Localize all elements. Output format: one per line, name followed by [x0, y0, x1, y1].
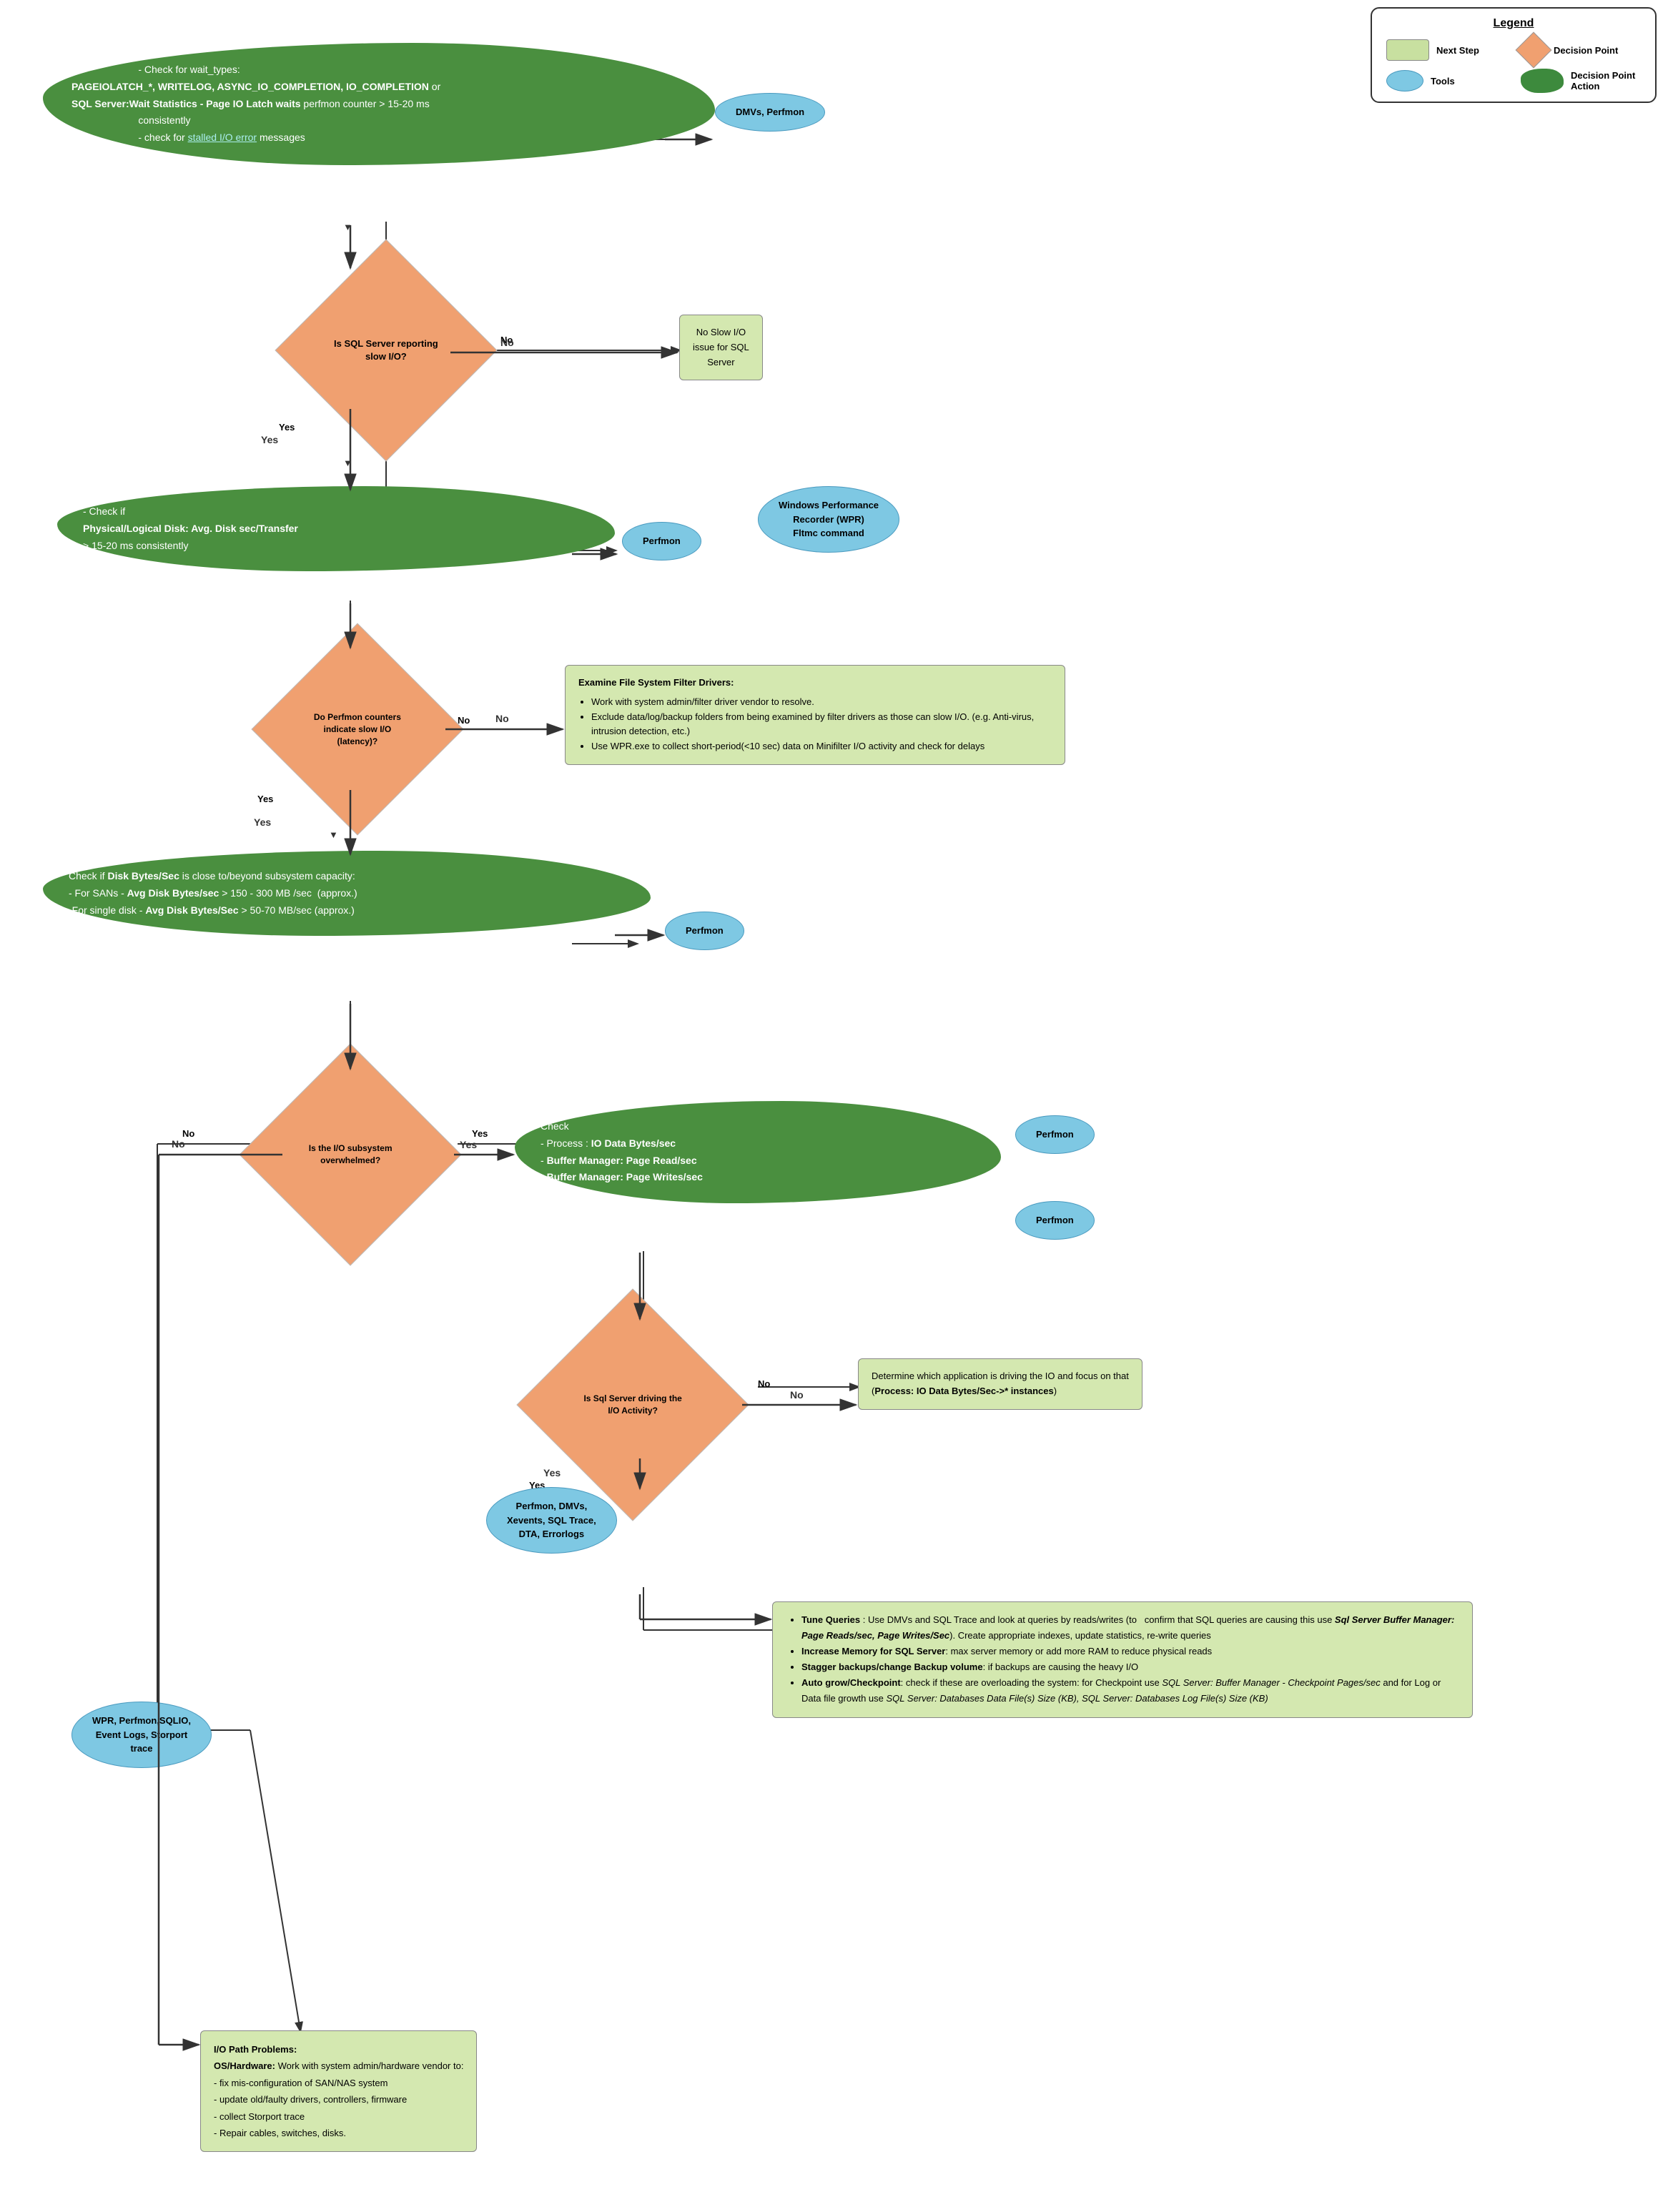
no-label-1: No: [500, 335, 513, 345]
io-path-subtitle: OS/Hardware: Work with system admin/hard…: [214, 2058, 463, 2074]
stalled-io-link[interactable]: stalled I/O error: [188, 132, 257, 143]
legend-decision-item: Decision Point: [1521, 37, 1641, 63]
cloud1-action: - Check for wait_types: PAGEIOLATCH_*, W…: [43, 43, 715, 165]
tools6-oval: Perfmon: [1015, 1201, 1095, 1240]
tools8-oval: WPR, Perfmon,SQLIO,Event Logs, Storportt…: [71, 1702, 212, 1768]
tools1-label: DMVs, Perfmon: [736, 107, 804, 117]
tools3-label: Windows PerformanceRecorder (WPR)Fltmc c…: [779, 500, 879, 538]
io-path-box: I/O Path Problems: OS/Hardware: Work wit…: [200, 2030, 915, 2152]
cloud4-action: Check- Process : IO Data Bytes/sec- Buff…: [515, 1101, 1001, 1203]
diamond1-wrap: Is SQL Server reportingslow I/O?: [272, 265, 500, 436]
no-label-2: No: [458, 715, 470, 726]
svg-text:No: No: [790, 1389, 804, 1401]
no-box2: Examine File System Filter Drivers: Work…: [565, 665, 1065, 765]
cloud1-text: - Check for wait_types: PAGEIOLATCH_*, W…: [71, 61, 686, 147]
diamond2-label: Do Perfmon countersindicate slow I/O(lat…: [293, 711, 422, 747]
tools5-label: Perfmon: [1036, 1129, 1074, 1140]
arrow-down-2: ▼: [329, 829, 338, 840]
tools2-label: Perfmon: [643, 535, 681, 546]
no-box1: No Slow I/Oissue for SQLServer: [679, 315, 836, 380]
legend-next-step-label: Next Step: [1436, 45, 1479, 56]
no-box2-bullet2: Exclude data/log/backup folders from bei…: [591, 710, 1052, 740]
cloud4-text: Check- Process : IO Data Bytes/sec- Buff…: [541, 1120, 703, 1182]
yes-box-bullet4: Auto grow/Checkpoint: check if these are…: [801, 1675, 1459, 1707]
cloud2-action: - Check ifPhysical/Logical Disk: Avg. Di…: [57, 486, 615, 571]
tools3-oval: Windows PerformanceRecorder (WPR)Fltmc c…: [758, 486, 899, 553]
tools7-oval: Perfmon, DMVs,Xevents, SQL Trace,DTA, Er…: [486, 1487, 617, 1554]
no-box2-bullet3: Use WPR.exe to collect short-period(<10 …: [591, 739, 1052, 754]
tools4-label: Perfmon: [686, 925, 724, 936]
tools2-oval: Perfmon: [622, 522, 701, 561]
yes-label-2: Yes: [257, 794, 273, 804]
io-path-line4: - Repair cables, switches, disks.: [214, 2125, 463, 2141]
yes-box-bullet2: Increase Memory for SQL Server: max serv…: [801, 1644, 1459, 1659]
svg-text:Yes: Yes: [460, 1139, 477, 1150]
io-path-line2: - update old/faulty drivers, controllers…: [214, 2091, 463, 2108]
cloud3-action: Check if Disk Bytes/Sec is close to/beyo…: [43, 851, 651, 936]
diamond3-wrap: Is the I/O subsystemoverwhelmed?: [243, 1065, 458, 1244]
diamond4-wrap: Is Sql Server driving theI/O Activity?: [522, 1315, 744, 1494]
tools6-label: Perfmon: [1036, 1215, 1074, 1225]
io-path-line3: - collect Storport trace: [214, 2108, 463, 2125]
tools4-oval: Perfmon: [665, 912, 744, 950]
yes-label-1: Yes: [279, 422, 295, 433]
tools8-label: WPR, Perfmon,SQLIO,Event Logs, Storportt…: [92, 1715, 191, 1754]
no-box1-text: No Slow I/Oissue for SQLServer: [693, 327, 749, 367]
tools5-oval: Perfmon: [1015, 1115, 1095, 1154]
diamond3-label: Is the I/O subsystemoverwhelmed?: [282, 1142, 418, 1167]
arrow-label: ▼: [343, 222, 352, 232]
svg-text:No: No: [495, 713, 509, 724]
no-box3-text: Determine which application is driving t…: [872, 1371, 1129, 1396]
legend-action-label: Decision Point Action: [1571, 70, 1641, 92]
diamond2-wrap: Do Perfmon countersindicate slow I/O(lat…: [257, 643, 458, 815]
no-label-4: No: [758, 1378, 770, 1389]
legend-box: Legend Next Step Decision Point Tools De…: [1371, 7, 1657, 103]
cloud2-text: - Check ifPhysical/Logical Disk: Avg. Di…: [83, 505, 298, 551]
legend-decision-label: Decision Point: [1554, 45, 1618, 56]
no-label-3: No: [182, 1128, 194, 1139]
yes-box: Tune Queries : Use DMVs and SQL Trace an…: [772, 1601, 1473, 1718]
legend-tools-icon: [1386, 70, 1423, 92]
yes-box-bullet1: Tune Queries : Use DMVs and SQL Trace an…: [801, 1612, 1459, 1644]
legend-tools-item: Tools: [1386, 70, 1506, 92]
legend-action-item: Decision Point Action: [1521, 69, 1641, 93]
tools7-label: Perfmon, DMVs,Xevents, SQL Trace,DTA, Er…: [507, 1501, 596, 1539]
io-path-line1: - fix mis-configuration of SAN/NAS syste…: [214, 2075, 463, 2091]
legend-decision-icon: [1516, 32, 1552, 69]
svg-text:No: No: [172, 1138, 185, 1150]
legend-action-icon: [1521, 69, 1564, 93]
arrow-down-1: ▼: [343, 458, 352, 468]
legend-tools-label: Tools: [1431, 76, 1455, 87]
diamond4-label: Is Sql Server driving theI/O Activity?: [561, 1393, 704, 1417]
legend-title: Legend: [1386, 17, 1641, 30]
no-box2-bullet1: Work with system admin/filter driver ven…: [591, 695, 1052, 710]
legend-next-step-item: Next Step: [1386, 39, 1506, 61]
svg-text:Yes: Yes: [254, 816, 271, 828]
no-box3: Determine which application is driving t…: [858, 1358, 1358, 1410]
legend-next-step-icon: [1386, 39, 1429, 61]
yes-box-bullet3: Stagger backups/change Backup volume: if…: [801, 1659, 1459, 1675]
yes-label-3: Yes: [472, 1128, 488, 1139]
cloud3-text: Check if Disk Bytes/Sec is close to/beyo…: [69, 870, 357, 916]
diamond1-label: Is SQL Server reportingslow I/O?: [318, 337, 454, 363]
tools1-oval: DMVs, Perfmon: [715, 93, 825, 132]
